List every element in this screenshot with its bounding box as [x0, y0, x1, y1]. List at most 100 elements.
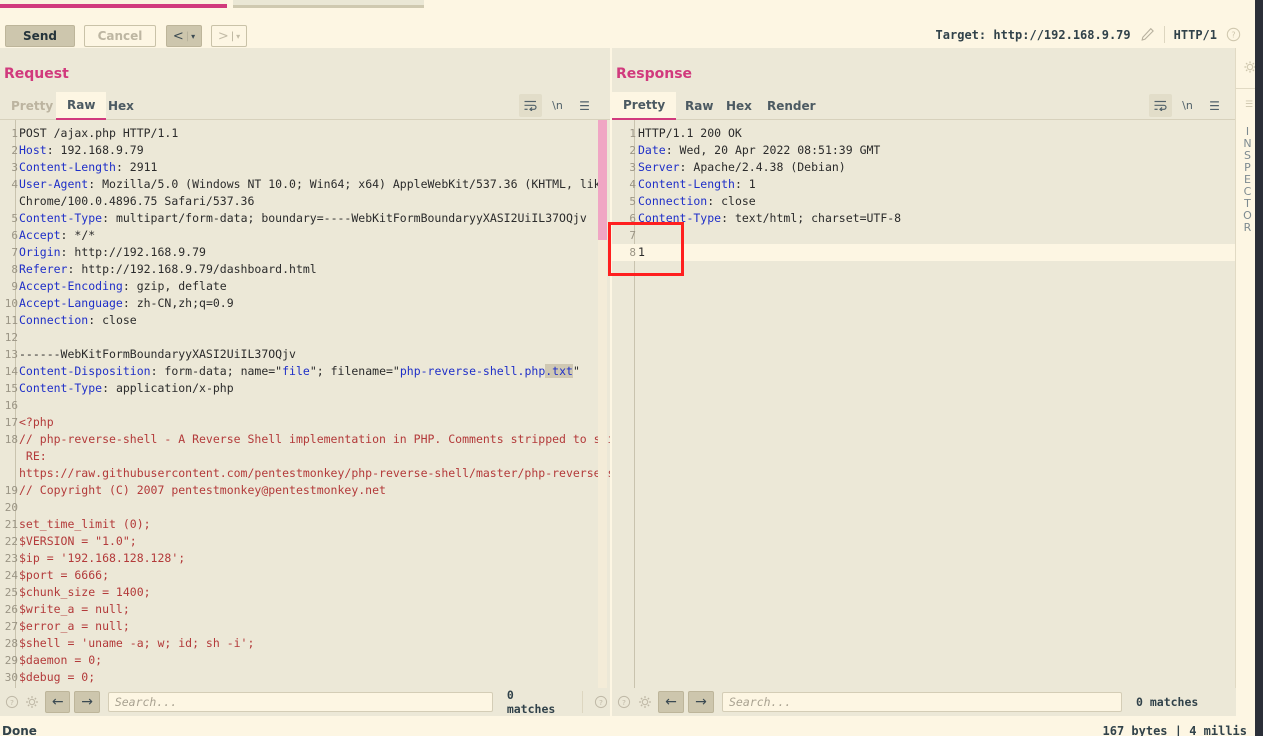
code-token: Chrome/100.0.4896.75 Safari/537.36 — [19, 194, 255, 208]
cancel-button[interactable]: Cancel — [84, 25, 156, 47]
line-number: 6 — [629, 212, 636, 225]
pencil-icon[interactable] — [1140, 27, 1155, 42]
word-wrap-icon[interactable] — [519, 94, 542, 117]
line-number: 8 — [629, 246, 636, 259]
chevron-down-icon-2: ▾ — [236, 31, 241, 41]
code-token: Content-Type — [19, 211, 103, 225]
question-circle-icon[interactable]: ? — [615, 693, 633, 711]
line-number: 14 — [4, 365, 18, 378]
line-number: 15 — [4, 382, 18, 395]
line-number: 22 — [4, 535, 18, 548]
request-editor[interactable]: 1 POST /ajax.php HTTP/1.1 2 Host: 192.168.9… — [0, 120, 610, 688]
line-number: 18 — [4, 433, 18, 446]
line-number: 5 — [629, 195, 636, 208]
top-tab-strip — [0, 0, 1255, 8]
status-bar: Done 167 bytes | 4 millis — [0, 716, 1255, 736]
search-prev-button[interactable]: ← — [45, 691, 71, 713]
code-token: : */* — [60, 228, 96, 242]
burp-repeater-window: Send Cancel < | ▾ > | ▾ Target: http://1… — [0, 0, 1276, 736]
code-token: Referer — [19, 262, 68, 276]
request-search-input[interactable]: Search... — [107, 692, 493, 712]
code-token: Origin — [19, 245, 61, 259]
line-number: 19 — [4, 484, 18, 497]
code-token: : gzip, deflate — [122, 279, 227, 293]
request-tab-hex[interactable]: Hex — [97, 92, 145, 120]
question-circle-icon[interactable]: ? — [3, 693, 21, 711]
newline-icon[interactable]: \n — [1176, 94, 1199, 117]
response-search-bar: ? ← → Search... 0 matches — [612, 688, 1236, 716]
window-outer-edge — [1263, 0, 1276, 736]
line-number: 23 — [4, 552, 18, 565]
http-version-selector[interactable]: HTTP/1 — [1174, 28, 1217, 42]
line-number: 1 — [629, 127, 636, 140]
gear-icon[interactable] — [636, 693, 654, 711]
line-number: 7 — [11, 246, 18, 259]
code-token: $debug = 0; — [19, 670, 96, 684]
response-search-input[interactable]: Search... — [722, 692, 1122, 712]
code-token: $write_a = null; — [19, 602, 130, 616]
code-token: Content-Type — [19, 381, 103, 395]
code-token: : multipart/form-data; boundary=----WebK… — [102, 211, 587, 225]
code-token: // Copyright (C) 2007 pentestmonkey@pent… — [19, 483, 386, 497]
question-circle-icon[interactable]: ? — [1226, 27, 1241, 42]
history-back-button[interactable]: < | ▾ — [166, 25, 202, 47]
code-token: : text/html; charset=UTF-8 — [721, 211, 902, 225]
grip-icon[interactable]: ☰ — [1245, 100, 1253, 110]
search-next-button[interactable]: → — [74, 691, 100, 713]
chevron-down-icon: ▾ — [191, 31, 196, 41]
line-number: 24 — [4, 569, 18, 582]
code-line: POST /ajax.php HTTP/1.1 — [19, 125, 178, 142]
line-number: 1 — [11, 127, 18, 140]
code-line: https://raw.githubusercontent.com/pentes… — [19, 465, 610, 482]
word-wrap-icon[interactable] — [1149, 94, 1172, 117]
request-tool-icons: \n ☰ — [519, 94, 596, 117]
code-line: set_time_limit (0); — [19, 516, 151, 533]
search-prev-button[interactable]: ← — [658, 691, 684, 713]
code-line: Chrome/100.0.4896.75 Safari/537.36 — [19, 193, 254, 210]
code-line: Accept-Encoding: gzip, deflate — [19, 278, 227, 295]
menu-icon[interactable]: ☰ — [573, 94, 596, 117]
code-line: $port = 6666; — [19, 567, 109, 584]
request-panel: Request Pretty Raw Hex \n ☰ 1 POST /ajax.… — [0, 48, 610, 688]
code-token: Content-Disposition — [19, 364, 151, 378]
response-editor[interactable]: 1 HTTP/1.1 200 OK 2 Date: Wed, 20 Apr 2022 … — [612, 120, 1236, 688]
code-line: Connection: close — [19, 312, 137, 329]
send-button[interactable]: Send — [5, 25, 75, 47]
code-line: RE: — [19, 448, 47, 465]
line-number: 3 — [11, 161, 18, 174]
inspector-label[interactable]: INSPECTOR — [1238, 125, 1254, 233]
code-token: : Apache/2.4.38 (Debian) — [679, 160, 846, 174]
menu-icon[interactable]: ☰ — [1203, 94, 1226, 117]
code-token: php-reverse-shell.php — [399, 364, 546, 378]
line-number: 16 — [4, 399, 18, 412]
request-tab-pretty[interactable]: Pretty — [0, 92, 64, 120]
newline-icon[interactable]: \n — [546, 94, 569, 117]
response-tab-pretty[interactable]: Pretty — [612, 92, 677, 120]
request-scrollbar-thumb[interactable] — [598, 120, 607, 240]
response-panel: Response Pretty Raw Hex Render \n ☰ 1 HTT… — [612, 48, 1236, 688]
request-scrollbar-track[interactable] — [598, 120, 607, 688]
search-next-button[interactable]: → — [688, 691, 714, 713]
line-number: 29 — [4, 654, 18, 667]
top-tab-active[interactable] — [0, 0, 227, 8]
line-number: 8 — [11, 263, 18, 276]
code-line: Content-Type: application/x-php — [19, 380, 234, 397]
question-circle-icon-2[interactable]: ? — [592, 693, 610, 711]
code-line: User-Agent: Mozilla/5.0 (Windows NT 10.0… — [19, 176, 610, 193]
rail-divider — [1236, 88, 1255, 89]
code-token: : 2911 — [115, 160, 158, 174]
gear-icon[interactable] — [24, 693, 42, 711]
code-token: $daemon = 0; — [19, 653, 103, 667]
response-tab-render[interactable]: Render — [756, 92, 827, 120]
response-tool-icons: \n ☰ — [1149, 94, 1226, 117]
history-forward-button[interactable]: > | ▾ — [211, 25, 247, 47]
code-line: $debug = 0; — [19, 669, 95, 686]
code-token: : close — [707, 194, 756, 208]
line-number: 5 — [11, 212, 18, 225]
code-line-highlight — [612, 244, 1236, 261]
code-line: Content-Type: text/html; charset=UTF-8 — [638, 210, 901, 227]
top-tab-inactive[interactable] — [233, 0, 424, 8]
line-number: 9 — [11, 280, 18, 293]
line-number: 3 — [629, 161, 636, 174]
line-number: 26 — [4, 603, 18, 616]
